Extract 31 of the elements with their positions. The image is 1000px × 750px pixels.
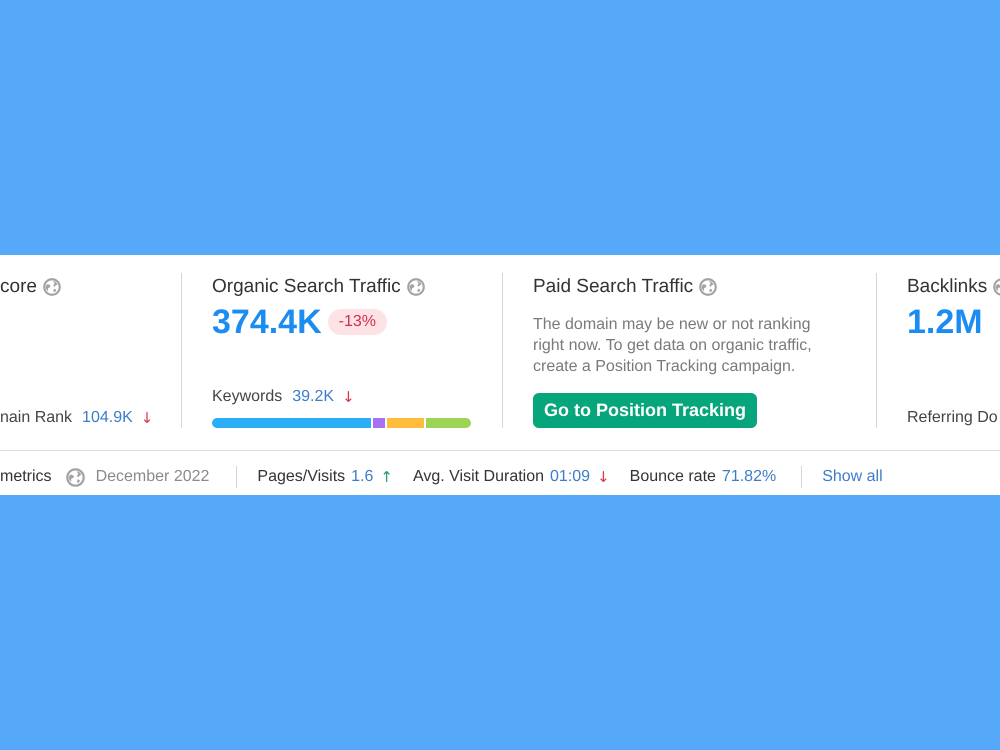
trend-arrow-icon: ↓ — [140, 409, 154, 427]
metric-value[interactable]: 71.82% — [722, 468, 776, 486]
card-title: core — [0, 276, 37, 298]
change-badge: -13% — [328, 309, 387, 335]
metric-label: Keywords — [212, 387, 282, 407]
metric-label: Referring Do — [907, 408, 998, 428]
globe-icon — [42, 278, 61, 296]
metric-value[interactable]: 39.2K — [292, 387, 334, 407]
metric-label: Pages/Visits — [257, 468, 346, 486]
card-title: Organic Search Traffic — [212, 276, 401, 298]
metric-label: nain Rank — [0, 408, 72, 428]
period-label: December 2022 — [96, 468, 210, 486]
metric-big-value[interactable]: 374.4K — [212, 303, 322, 341]
metric-value[interactable]: 1.6 — [351, 468, 374, 486]
globe-icon — [406, 278, 425, 296]
globe-icon — [66, 468, 85, 486]
metrics-label: metrics — [0, 468, 52, 486]
position-tracking-button[interactable]: Go to Position Tracking — [533, 393, 758, 428]
metric-value[interactable]: 01:09 — [550, 468, 590, 486]
metric-label: Avg. Visit Duration — [412, 468, 544, 486]
show-all-link[interactable]: Show all — [822, 468, 883, 486]
empty-state-message: The domain may be new or not ranking right now. To get data on organic traffic, create a Position Tracking campaign. — [533, 315, 813, 377]
metric-big-value[interactable]: 1.2M — [907, 303, 983, 341]
card-title: Paid Search Traffic — [533, 276, 694, 298]
globe-icon — [699, 278, 718, 296]
card-title: Backlinks — [907, 276, 988, 298]
metric-label: Bounce rate — [630, 468, 716, 486]
metric-value[interactable]: 104.9K — [82, 408, 133, 428]
trend-arrow-icon: ↓ — [342, 388, 355, 406]
trend-arrow-icon: ↓ — [597, 468, 610, 486]
trend-arrow-icon: ↑ — [380, 468, 393, 486]
